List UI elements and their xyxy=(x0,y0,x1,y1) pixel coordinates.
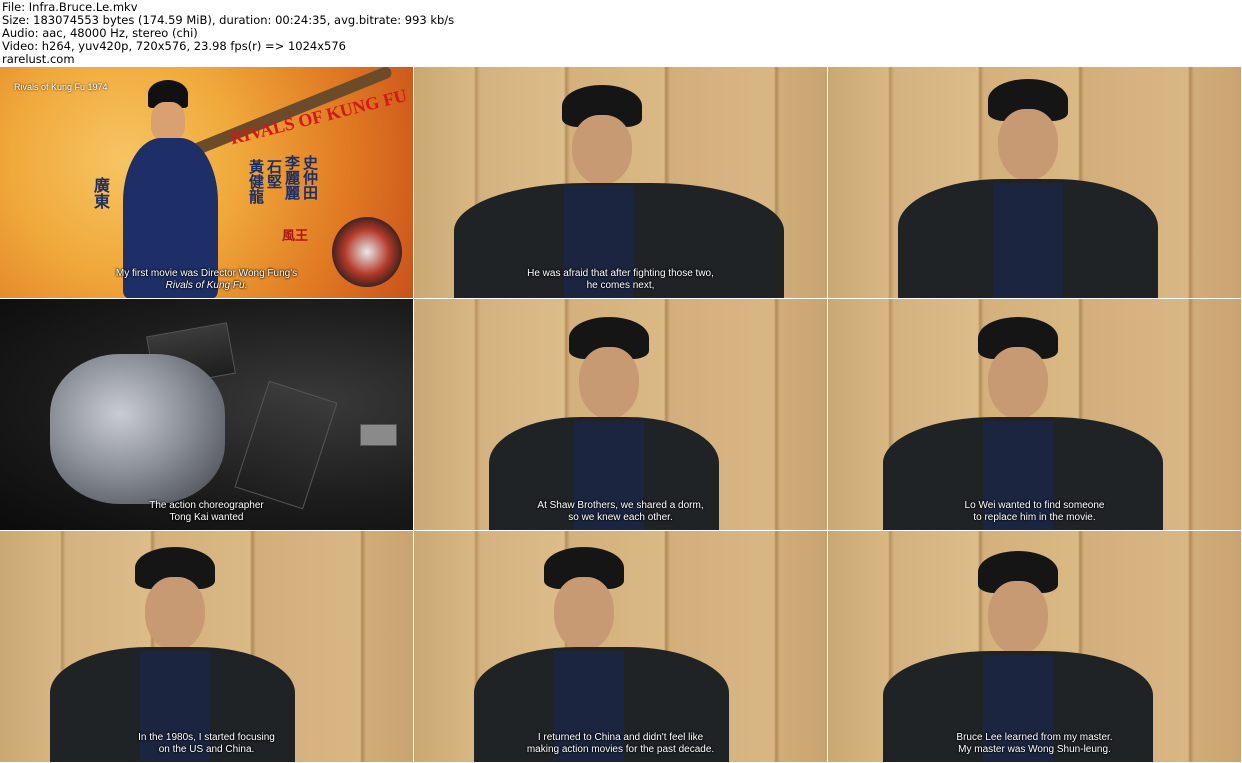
video-info-line: Video: h264, yuv420p, 720x576, 23.98 fps… xyxy=(2,39,347,53)
subtitle-line-1: Bruce Lee learned from my master. xyxy=(956,732,1113,743)
thumbnail-5: At Shaw Brothers, we shared a dorm, so w… xyxy=(414,299,827,530)
subtitle-line-1: The action choreographer xyxy=(149,500,264,511)
poster-cast-3: 石堅 xyxy=(265,159,283,189)
subtitle: At Shaw Brothers, we shared a dorm, so w… xyxy=(414,500,827,524)
subtitle: Lo Wei wanted to find someone to replace… xyxy=(828,500,1241,524)
subtitle-line-1: My first movie was Director Wong Fung's xyxy=(115,268,298,279)
subtitle: In the 1980s, I started focusing on the … xyxy=(0,732,413,756)
file-info-header: File: Infra.Bruce.Le.mkv Size: 183074553… xyxy=(0,0,1242,67)
subtitle-line-1: Lo Wei wanted to find someone xyxy=(964,500,1105,511)
subtitle-line-1: At Shaw Brothers, we shared a dorm, xyxy=(537,500,704,511)
thumbnail-8: I returned to China and didn't feel like… xyxy=(414,531,827,762)
subtitle: Bruce Lee learned from my master. My mas… xyxy=(828,732,1241,756)
thumbnail-6: Lo Wei wanted to find someone to replace… xyxy=(828,299,1241,530)
thumbnail-2: He was afraid that after fighting those … xyxy=(414,67,827,298)
poster-cast-6: 風王 xyxy=(282,229,309,244)
poster-fighter xyxy=(118,72,238,298)
poster-caption-label: Rivals of Kung Fu 1974 xyxy=(14,82,108,92)
audio-info-line: Audio: aac, 48000 Hz, stereo (chi) xyxy=(2,26,198,40)
interviewee xyxy=(454,85,824,298)
site-line: rarelust.com xyxy=(2,52,75,66)
gloved-hand xyxy=(50,354,225,504)
poster-cast-4: 黃健龍 xyxy=(247,159,265,204)
subtitle: I returned to China and didn't feel like… xyxy=(414,732,827,756)
interviewee xyxy=(883,551,1173,762)
thumbnail-4: The action choreographer Tong Kai wanted xyxy=(0,299,413,530)
subtitle-line-2: My master was Wong Shun-leung. xyxy=(958,744,1111,755)
file-name-line: File: Infra.Bruce.Le.mkv xyxy=(2,0,138,14)
subtitle-line-2: to replace him in the movie. xyxy=(973,512,1096,523)
subtitle: My first movie was Director Wong Fung's … xyxy=(0,268,413,292)
subtitle-line-1: In the 1980s, I started focusing xyxy=(138,732,275,743)
thumbnail-9: Bruce Lee learned from my master. My mas… xyxy=(828,531,1241,762)
poster-cast-1: 史仲田 xyxy=(301,155,319,200)
subtitle: The action choreographer Tong Kai wanted xyxy=(0,500,413,524)
subtitle-line-2: making action movies for the past decade… xyxy=(526,744,715,755)
interviewee xyxy=(474,547,754,762)
interviewee xyxy=(883,317,1193,530)
subtitle-line-1: He was afraid that after fighting those … xyxy=(527,268,714,279)
interviewee xyxy=(489,317,749,530)
pedal-plate xyxy=(360,424,397,446)
subtitle-line-2: on the US and China. xyxy=(158,744,255,755)
subtitle-line-2: Rivals of Kung Fu. xyxy=(165,280,248,291)
thumbnail-3 xyxy=(828,67,1241,298)
subtitle-line-1: I returned to China and didn't feel like xyxy=(537,732,704,743)
thumbnail-7: In the 1980s, I started focusing on the … xyxy=(0,531,413,762)
subtitle-line-2: so we knew each other. xyxy=(568,512,673,523)
pedal-plate xyxy=(234,380,338,510)
thumbnail-1: Rivals of Kung Fu 1974 RIVALS OF KUNG FU… xyxy=(0,67,413,298)
interviewee xyxy=(898,79,1198,298)
subtitle-line-2: he comes next, xyxy=(586,280,655,291)
subtitle-line-2: Tong Kai wanted xyxy=(169,512,244,523)
file-size-line: Size: 183074553 bytes (174.59 MiB), dura… xyxy=(2,13,455,27)
poster-cast-5: 廣東 xyxy=(91,177,110,209)
subtitle: He was afraid that after fighting those … xyxy=(414,268,827,292)
interviewee xyxy=(50,547,310,762)
poster-cast-2: 李麗麗 xyxy=(283,155,301,200)
thumbnail-grid: Rivals of Kung Fu 1974 RIVALS OF KUNG FU… xyxy=(0,67,1242,763)
